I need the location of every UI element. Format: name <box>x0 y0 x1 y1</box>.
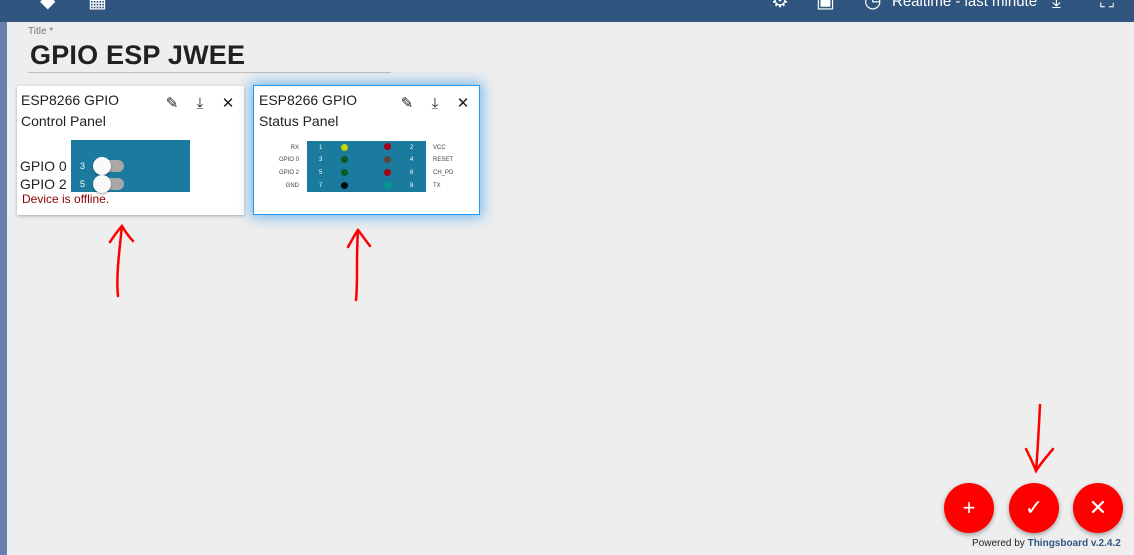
gpio-control-board <box>71 140 190 192</box>
pin-number: 3 <box>80 161 86 171</box>
pin-number: 6 <box>410 170 414 176</box>
status-led <box>341 144 348 151</box>
plus-icon: + <box>962 495 976 520</box>
close-icon: ✕ <box>1088 495 1108 520</box>
dashboard-icon[interactable]: ▦ <box>88 0 107 11</box>
pin-number: 2 <box>410 145 414 151</box>
add-widget-button[interactable]: + <box>944 483 994 533</box>
status-led <box>341 156 348 163</box>
fullscreen-icon[interactable]: ⛶ <box>1100 0 1114 11</box>
top-toolbar: ◆ ▦ ⚙ ▣ ◷ Realtime - last minute ⤓ ⛶ <box>0 0 1134 22</box>
pin-number: 7 <box>319 183 323 189</box>
status-led <box>384 182 391 189</box>
gpio-status-board <box>307 141 426 192</box>
status-led <box>384 143 391 150</box>
powered-by-footer: Powered by Thingsboard v.2.4.2 <box>972 538 1121 549</box>
control-panel-widget[interactable]: ESP8266 GPIO Control Panel ✎ ⤓ ✕ GPIO 0 … <box>17 86 244 215</box>
pin-number: 3 <box>319 157 323 163</box>
device-status-text: Device is offline. <box>22 192 110 206</box>
status-led <box>384 156 391 163</box>
timewindow-label[interactable]: Realtime - last minute <box>892 0 1037 10</box>
annotation-arrow-down <box>1024 403 1055 474</box>
apply-changes-button[interactable]: ✓ <box>1009 483 1059 533</box>
pin-number: 5 <box>80 179 86 189</box>
download-icon[interactable]: ⤓ <box>425 94 445 114</box>
download-icon[interactable]: ⤓ <box>1052 0 1061 11</box>
decline-changes-button[interactable]: ✕ <box>1073 483 1123 533</box>
close-icon[interactable]: ✕ <box>218 94 238 114</box>
pin-label: GPIO 0 <box>278 157 299 163</box>
annotation-arrow-up <box>346 227 372 302</box>
pin-label: VCC <box>433 145 446 151</box>
title-field-label: Title * <box>28 26 54 37</box>
status-led <box>341 182 348 189</box>
pin-label: RESET <box>433 157 454 163</box>
pin-number: 4 <box>410 157 414 163</box>
pin-label: RX <box>290 145 299 151</box>
settings-icon[interactable]: ⚙ <box>771 0 789 11</box>
gpio-label: GPIO 2 <box>20 176 67 192</box>
pin-number: 1 <box>319 145 323 151</box>
pin-label: GND <box>285 183 299 189</box>
close-icon[interactable]: ✕ <box>453 94 473 114</box>
gpio-label: GPIO 0 <box>20 158 67 174</box>
widget-title: ESP8266 GPIO Control Panel <box>21 92 120 129</box>
title-input[interactable]: GPIO ESP JWEE <box>30 40 245 71</box>
check-icon: ✓ <box>1024 495 1044 520</box>
status-led <box>341 169 348 176</box>
annotation-arrow-up <box>108 223 135 298</box>
status-panel-widget[interactable]: ESP8266 GPIO Status Panel ✎ ⤓ ✕ RX GPIO … <box>253 85 480 215</box>
pin-number: 5 <box>319 170 323 176</box>
status-led <box>384 169 391 176</box>
thingsboard-link[interactable]: Thingsboard v.2.4.2 <box>1028 538 1121 549</box>
pin-label: GPIO 2 <box>278 170 299 176</box>
sidebar-edge <box>0 22 7 555</box>
edit-icon[interactable]: ✎ <box>162 94 182 114</box>
title-input-underline <box>28 72 391 73</box>
layers-icon[interactable]: ◆ <box>40 0 55 11</box>
download-icon[interactable]: ⤓ <box>190 94 210 114</box>
edit-icon[interactable]: ✎ <box>397 94 417 114</box>
pin-label: CH_PD <box>433 170 454 176</box>
clock-icon[interactable]: ◷ <box>864 0 881 11</box>
powered-by-text: Powered by <box>972 538 1025 549</box>
entity-aliases-icon[interactable]: ▣ <box>816 0 835 11</box>
pin-number: 8 <box>410 183 414 189</box>
pin-label: TX <box>433 183 441 189</box>
widget-title: ESP8266 GPIO Status Panel <box>259 92 358 129</box>
